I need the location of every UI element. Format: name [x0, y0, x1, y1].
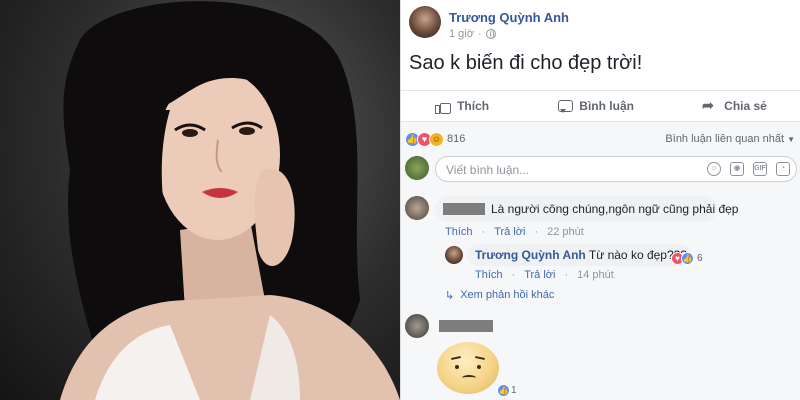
reply-bubble: Trương Quỳnh Anh Từ nào ko đẹp???: [467, 244, 691, 266]
reply-author-name[interactable]: Trương Quỳnh Anh: [475, 248, 586, 262]
comment-actions: Thích · Trả lời · 22 phút: [445, 226, 584, 238]
reply-reactions[interactable]: ♥ 👍 6: [671, 252, 703, 265]
reaction-count[interactable]: 816: [447, 133, 465, 145]
post-header: Trương Quỳnh Anh 1 giờ ·: [409, 6, 789, 40]
meta-separator: ·: [477, 28, 482, 40]
comment-time[interactable]: 22 phút: [547, 226, 584, 238]
reply-arrow-icon: ↳: [445, 290, 455, 302]
comment-sort-dropdown[interactable]: Bình luận liên quan nhất ▼: [665, 133, 795, 145]
reaction-icons[interactable]: 👍 ♥ ☺: [405, 132, 444, 147]
commenter-avatar[interactable]: [405, 196, 429, 220]
comments-section: Viết bình luận... ☺ ◉ GIF ◔ Là người côn…: [401, 148, 800, 400]
caret-down-icon: ▼: [787, 135, 795, 144]
dot-separator: ·: [481, 226, 486, 238]
haha-reaction-icon: ☺: [429, 132, 444, 147]
reply-content: Trương Quỳnh Anh Từ nào ko đẹp???: [475, 248, 687, 262]
comment-reply-link[interactable]: Trả lời: [494, 226, 525, 238]
reply-reply-link[interactable]: Trả lời: [524, 269, 555, 281]
sticker-eye: [455, 365, 459, 369]
sort-label: Bình luận liên quan nhất: [665, 133, 785, 145]
dot-separator: ·: [511, 269, 516, 281]
like-reaction-icon: 👍: [497, 384, 510, 397]
share-label: Chia sẻ: [724, 99, 767, 113]
reply-like-link[interactable]: Thích: [475, 269, 503, 281]
sticker-reactions[interactable]: 👍 1: [497, 384, 517, 397]
sticker-eye: [477, 365, 481, 369]
portrait-photo: [0, 0, 400, 400]
thumbs-up-icon: [435, 99, 452, 114]
comment-input-tools: ☺ ◉ GIF ◔: [707, 162, 790, 176]
sticker-reaction-count: 1: [511, 385, 517, 396]
globe-icon: [485, 29, 496, 39]
comment-bubble-icon: [557, 99, 574, 113]
sticker-brow: [474, 355, 486, 361]
view-more-replies-label: Xem phản hồi khác: [460, 289, 555, 301]
comment-label: Bình luận: [579, 99, 634, 113]
gif-icon[interactable]: GIF: [753, 162, 767, 176]
like-label: Thích: [457, 99, 490, 113]
current-user-avatar: [405, 156, 429, 180]
comment-bubble: Là người công chúng,ngôn ngữ cũng phải đ…: [435, 196, 738, 222]
comment-button[interactable]: Bình luận: [557, 99, 634, 113]
comment-input[interactable]: Viết bình luận... ☺ ◉ GIF ◔: [435, 156, 797, 182]
redacted-name: [439, 320, 493, 332]
post-meta: 1 giờ ·: [449, 28, 496, 40]
camera-icon[interactable]: ◉: [730, 162, 744, 176]
view-more-replies-link[interactable]: ↳ Xem phản hồi khác: [445, 289, 554, 302]
reply-actions: Thích · Trả lời · 14 phút: [475, 269, 614, 281]
portrait-illustration: [60, 1, 400, 400]
share-arrow-icon: [702, 97, 718, 114]
reply-reaction-count: 6: [697, 253, 703, 264]
comment-like-link[interactable]: Thích: [445, 226, 473, 238]
post-time[interactable]: 1 giờ: [449, 28, 474, 40]
sticker-icon[interactable]: ◔: [776, 162, 790, 176]
post-author-name[interactable]: Trương Quỳnh Anh: [449, 10, 569, 25]
share-button[interactable]: Chia sẻ: [702, 97, 767, 114]
commenter-avatar[interactable]: [405, 314, 429, 338]
comment-text: Là người công chúng,ngôn ngữ cũng phải đ…: [491, 202, 739, 216]
comment-input-placeholder: Viết bình luận...: [446, 163, 530, 177]
redacted-name: [443, 203, 485, 215]
reply-author-avatar[interactable]: [445, 246, 463, 264]
sticker-brow: [450, 355, 462, 361]
dot-separator: ·: [534, 226, 539, 238]
like-reaction-icon: 👍: [681, 252, 694, 265]
reply-time[interactable]: 14 phút: [577, 269, 614, 281]
like-button[interactable]: Thích: [435, 99, 490, 114]
sad-face-sticker: [437, 342, 499, 394]
post-text: Sao k biến đi cho đẹp trời!: [409, 52, 643, 74]
post-actions-bar: Thích Bình luận Chia sẻ: [401, 90, 800, 122]
emoji-icon[interactable]: ☺: [707, 162, 721, 176]
facebook-post-panel: Trương Quỳnh Anh 1 giờ · Sao k biến đi c…: [400, 0, 800, 400]
author-avatar[interactable]: [409, 6, 441, 38]
dot-separator: ·: [564, 269, 569, 281]
sticker-mouth: [462, 375, 476, 381]
